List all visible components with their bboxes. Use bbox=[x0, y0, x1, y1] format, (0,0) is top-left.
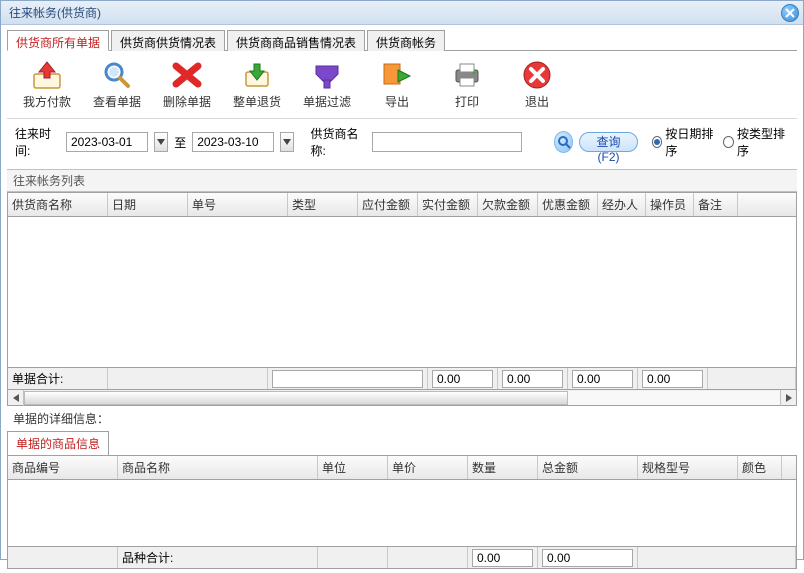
column-header[interactable]: 数量 bbox=[468, 456, 538, 479]
date-to-input[interactable] bbox=[192, 132, 274, 152]
column-header[interactable]: 供货商名称 bbox=[8, 193, 108, 216]
view-button[interactable]: 查看单据 bbox=[89, 59, 145, 110]
detail-grid-header: 商品编号商品名称单位单价数量总金额规格型号颜色 bbox=[8, 456, 796, 480]
main-window: 往来帐务(供货商) 供货商所有单据 供货商供货情况表 供货商商品销售情况表 供货… bbox=[0, 0, 804, 560]
list-group-label: 往来帐务列表 bbox=[7, 169, 797, 192]
upload-icon bbox=[29, 59, 65, 91]
detail-grid: 商品编号商品名称单位单价数量总金额规格型号颜色 bbox=[7, 455, 797, 547]
variety-qty[interactable] bbox=[472, 549, 533, 567]
return-button[interactable]: 整单退货 bbox=[229, 59, 285, 110]
return-label: 整单退货 bbox=[233, 93, 281, 110]
scroll-track[interactable] bbox=[24, 391, 780, 405]
delete-button[interactable]: 删除单据 bbox=[159, 59, 215, 110]
totals-owed[interactable] bbox=[572, 370, 633, 388]
column-header[interactable]: 日期 bbox=[108, 193, 188, 216]
toolbar: 我方付款 查看单据 删除单据 整单退货 单据过滤 导出 bbox=[7, 51, 797, 119]
detail-section-label: 单据的详细信息： bbox=[7, 406, 797, 431]
filter-button[interactable]: 单据过滤 bbox=[299, 59, 355, 110]
variety-amount[interactable] bbox=[542, 549, 633, 567]
filter-icon bbox=[309, 59, 345, 91]
magnifier-icon[interactable] bbox=[554, 131, 574, 153]
scroll-right-icon[interactable] bbox=[780, 390, 796, 406]
close-icon[interactable] bbox=[781, 4, 799, 22]
grid-header: 供货商名称日期单号类型应付金额实付金额欠款金额优惠金额经办人操作员备注 bbox=[8, 193, 796, 217]
totals-payable[interactable] bbox=[432, 370, 493, 388]
search-icon bbox=[99, 59, 135, 91]
scroll-thumb[interactable] bbox=[24, 391, 568, 405]
radio-icon bbox=[652, 136, 663, 148]
column-header[interactable]: 备注 bbox=[694, 193, 738, 216]
transactions-grid: 供货商名称日期单号类型应付金额实付金额欠款金额优惠金额经办人操作员备注 bbox=[7, 192, 797, 368]
column-header[interactable]: 经办人 bbox=[598, 193, 646, 216]
main-tabs: 供货商所有单据 供货商供货情况表 供货商商品销售情况表 供货商帐务 bbox=[7, 29, 797, 51]
date-from-dropdown[interactable] bbox=[154, 132, 168, 152]
column-header[interactable]: 单号 bbox=[188, 193, 288, 216]
date-to-dropdown[interactable] bbox=[280, 132, 294, 152]
date-from-input[interactable] bbox=[66, 132, 148, 152]
delete-label: 删除单据 bbox=[163, 93, 211, 110]
export-button[interactable]: 导出 bbox=[369, 59, 425, 110]
scroll-left-icon[interactable] bbox=[8, 390, 24, 406]
print-button[interactable]: 打印 bbox=[439, 59, 495, 110]
totals-discount[interactable] bbox=[642, 370, 703, 388]
filter-label: 单据过滤 bbox=[303, 93, 351, 110]
column-header[interactable]: 应付金额 bbox=[358, 193, 418, 216]
exit-icon bbox=[519, 59, 555, 91]
supplier-label: 供货商名称: bbox=[310, 125, 365, 159]
totals-label: 单据合计: bbox=[8, 368, 108, 389]
content-area: 供货商所有单据 供货商供货情况表 供货商商品销售情况表 供货商帐务 我方付款 查… bbox=[1, 25, 803, 573]
grid-body[interactable] bbox=[8, 217, 796, 367]
horizontal-scrollbar[interactable] bbox=[7, 390, 797, 406]
detail-totals-row: 品种合计: bbox=[7, 547, 797, 569]
column-header[interactable]: 单价 bbox=[388, 456, 468, 479]
tab-accounts[interactable]: 供货商帐务 bbox=[367, 30, 445, 51]
column-header[interactable]: 欠款金额 bbox=[478, 193, 538, 216]
column-header[interactable]: 颜色 bbox=[738, 456, 782, 479]
detail-subtabs: 单据的商品信息 bbox=[7, 431, 797, 455]
column-header[interactable]: 单位 bbox=[318, 456, 388, 479]
column-header[interactable]: 总金额 bbox=[538, 456, 638, 479]
view-label: 查看单据 bbox=[93, 93, 141, 110]
detail-grid-body[interactable] bbox=[8, 480, 796, 546]
tab-supply-status[interactable]: 供货商供货情况表 bbox=[111, 30, 225, 51]
tab-all-bills[interactable]: 供货商所有单据 bbox=[7, 30, 109, 51]
sort-by-type-radio[interactable]: 按类型排序 bbox=[723, 125, 789, 159]
column-header[interactable]: 类型 bbox=[288, 193, 358, 216]
subtab-goods-info[interactable]: 单据的商品信息 bbox=[7, 431, 109, 455]
column-header[interactable]: 操作员 bbox=[646, 193, 694, 216]
export-label: 导出 bbox=[385, 93, 409, 110]
print-label: 打印 bbox=[455, 93, 479, 110]
radio-icon bbox=[723, 136, 734, 148]
column-header[interactable]: 优惠金额 bbox=[538, 193, 598, 216]
filter-bar: 往来时间: 至 供货商名称: 查询(F2) 按日期排序 按类型排序 bbox=[7, 119, 797, 165]
delete-icon bbox=[169, 59, 205, 91]
print-icon bbox=[449, 59, 485, 91]
totals-row: 单据合计: bbox=[7, 368, 797, 390]
column-header[interactable]: 商品编号 bbox=[8, 456, 118, 479]
tab-sales-status[interactable]: 供货商商品销售情况表 bbox=[227, 30, 365, 51]
variety-total-label: 品种合计: bbox=[118, 547, 318, 568]
query-button[interactable]: 查询(F2) bbox=[579, 132, 637, 152]
titlebar: 往来帐务(供货商) bbox=[1, 1, 803, 25]
time-label: 往来时间: bbox=[15, 125, 60, 159]
column-header[interactable]: 规格型号 bbox=[638, 456, 738, 479]
exit-button[interactable]: 退出 bbox=[509, 59, 565, 110]
sort-date-label: 按日期排序 bbox=[665, 125, 717, 159]
window-title: 往来帐务(供货商) bbox=[9, 4, 781, 21]
totals-paid[interactable] bbox=[502, 370, 563, 388]
supplier-input[interactable] bbox=[372, 132, 522, 152]
totals-blank-input[interactable] bbox=[272, 370, 423, 388]
column-header[interactable]: 实付金额 bbox=[418, 193, 478, 216]
export-icon bbox=[379, 59, 415, 91]
return-icon bbox=[239, 59, 275, 91]
pay-button[interactable]: 我方付款 bbox=[19, 59, 75, 110]
column-header[interactable]: 商品名称 bbox=[118, 456, 318, 479]
exit-label: 退出 bbox=[525, 93, 549, 110]
sort-type-label: 按类型排序 bbox=[737, 125, 789, 159]
sort-by-date-radio[interactable]: 按日期排序 bbox=[652, 125, 718, 159]
to-label: 至 bbox=[174, 134, 186, 151]
pay-label: 我方付款 bbox=[23, 93, 71, 110]
